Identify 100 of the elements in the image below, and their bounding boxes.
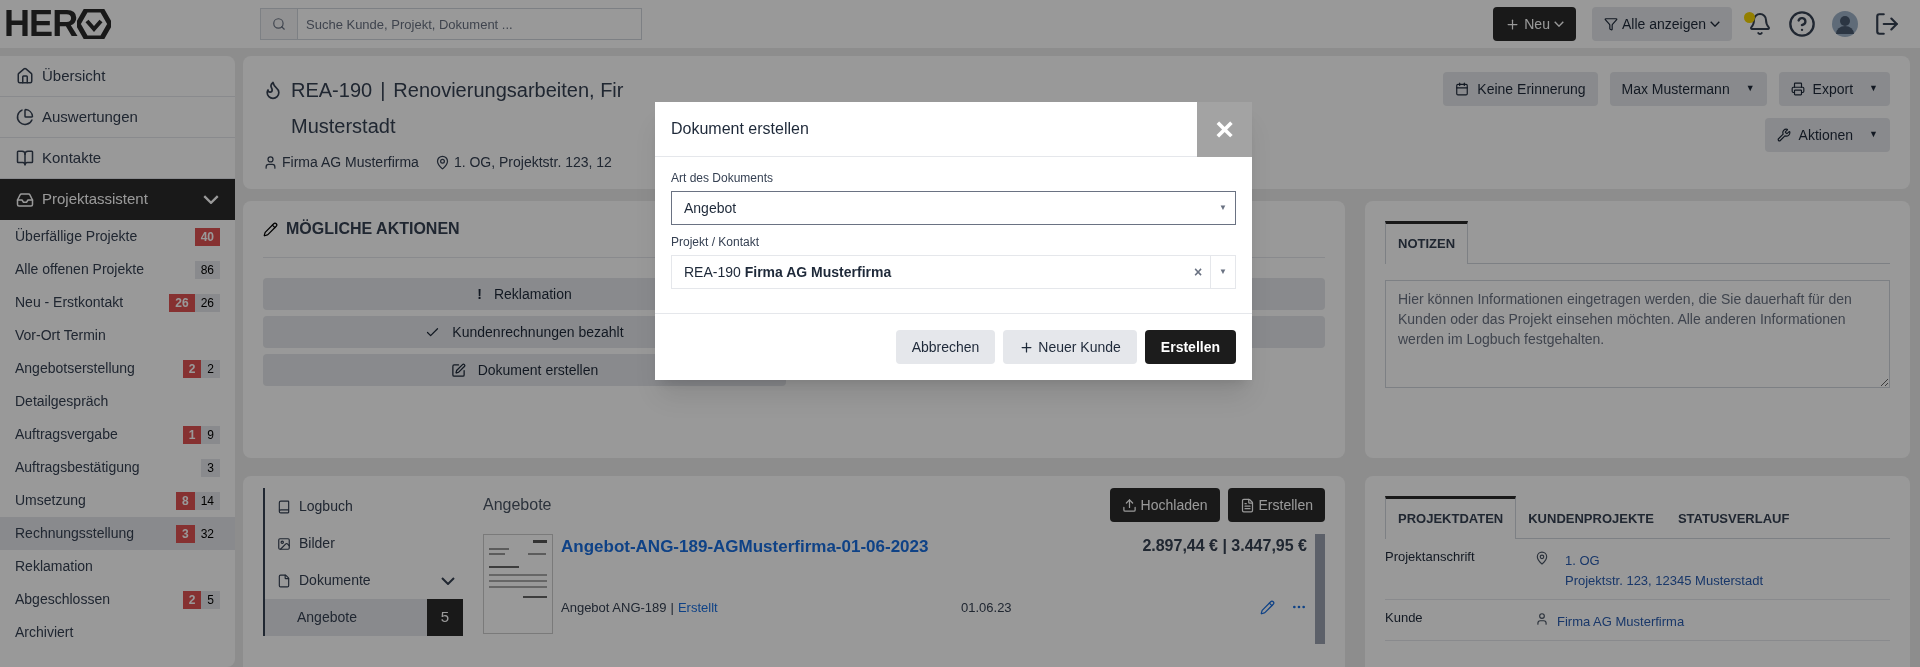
sidebar-item[interactable]: Reklamation bbox=[0, 550, 235, 583]
exclamation-icon: ! bbox=[477, 283, 482, 305]
tab[interactable]: STATUSVERLAUF bbox=[1665, 496, 1802, 539]
count-badge: 3 bbox=[201, 458, 220, 477]
field-label: Kunde bbox=[1385, 608, 1424, 627]
field-link[interactable]: 1. OG bbox=[1565, 550, 1763, 571]
overdue-badge: 2 bbox=[182, 359, 202, 378]
inbox-icon bbox=[16, 190, 34, 209]
printer-icon bbox=[1790, 82, 1805, 96]
sidebar-item[interactable]: Vor-Ort Termin bbox=[0, 319, 235, 352]
avatar[interactable] bbox=[1832, 11, 1858, 37]
dialog-button[interactable]: Neuer Kunde bbox=[1003, 330, 1137, 364]
sidebar-group-label: Projektassistent bbox=[42, 189, 149, 210]
filter-button[interactable]: Alle anzeigen bbox=[1591, 7, 1732, 41]
count-badge: 26 bbox=[194, 293, 220, 312]
sidebar-item[interactable]: Überfällige Projekte 40 bbox=[0, 220, 235, 253]
calendar-icon bbox=[1455, 82, 1470, 96]
document-amounts: 2.897,44 € | 3.447,95 € bbox=[1142, 536, 1307, 556]
project-title: Renovierungsarbeiten, Fir bbox=[393, 78, 624, 103]
header-button[interactable]: Aktionen ▼ bbox=[1764, 118, 1890, 152]
section-heading: Angebote bbox=[483, 495, 552, 515]
book-icon bbox=[277, 499, 291, 514]
home-icon bbox=[16, 67, 34, 85]
overdue-badge: 40 bbox=[194, 227, 220, 246]
count-badge: 9 bbox=[201, 425, 220, 444]
sidebar-item[interactable]: Neu - Erstkontakt 26 26 bbox=[0, 286, 235, 319]
contacts-icon bbox=[16, 149, 34, 167]
customer-name: Firma AG Musterfirma bbox=[282, 153, 419, 172]
image-icon bbox=[277, 536, 291, 551]
count-badge: 5 bbox=[201, 590, 220, 609]
tab[interactable]: KUNDENPROJEKTE bbox=[1516, 496, 1666, 539]
dialog-title: Dokument erstellen bbox=[670, 119, 810, 139]
sidebar-item[interactable]: Abgeschlossen 2 5 bbox=[0, 583, 235, 616]
help-icon[interactable] bbox=[1788, 10, 1816, 38]
overdue-badge: 26 bbox=[169, 293, 195, 312]
dialog-button[interactable]: Erstellen bbox=[1144, 330, 1236, 364]
sidebar-group[interactable]: Projektassistent bbox=[0, 179, 235, 220]
flame-icon bbox=[263, 80, 283, 100]
logo-icon bbox=[77, 9, 112, 39]
header-button[interactable]: Keine Erinnerung bbox=[1443, 72, 1598, 106]
document-icon bbox=[1239, 497, 1255, 513]
sidebar-item[interactable]: Detailgespräch bbox=[0, 385, 235, 418]
document-link[interactable]: Angebot-ANG-189-AGMusterfirma-01-06-2023 bbox=[561, 534, 929, 560]
filter-icon bbox=[1603, 17, 1618, 31]
chevron-icon bbox=[1710, 21, 1720, 27]
count-badge: 14 bbox=[194, 491, 220, 510]
document-nav-item[interactable]: Bilder bbox=[263, 525, 463, 562]
separator: | bbox=[380, 78, 386, 103]
person-icon bbox=[263, 155, 278, 170]
select-field[interactable]: REA-190 Firma AG Musterfirma × ▼ bbox=[671, 255, 1236, 289]
overdue-badge: 3 bbox=[175, 524, 195, 543]
separator: | bbox=[670, 598, 674, 617]
count-badge: 86 bbox=[194, 260, 220, 279]
sidebar-item[interactable]: Auswertungen bbox=[0, 97, 235, 138]
header-button[interactable]: Max Mustermann ▼ bbox=[1609, 72, 1767, 106]
document-nav-item[interactable]: Angebote 5 bbox=[263, 599, 463, 636]
caret-icon: ▼ bbox=[1869, 128, 1878, 142]
sidebar-item[interactable]: Rechnungsstellung 3 32 bbox=[0, 517, 235, 550]
location-icon bbox=[434, 155, 450, 170]
sidebar-item[interactable]: Auftragsbestätigung 3 bbox=[0, 451, 235, 484]
field-link[interactable]: Projektstr. 123, 12345 Musterstadt bbox=[1565, 570, 1763, 591]
field-label: Projektanschrift bbox=[1385, 547, 1476, 566]
sidebar-item[interactable]: Alle offenen Projekte 86 bbox=[0, 253, 235, 286]
overdue-badge: 8 bbox=[175, 491, 195, 510]
search-icon bbox=[272, 17, 286, 31]
chevron-icon bbox=[203, 195, 219, 204]
document-status: Erstellt bbox=[677, 598, 718, 617]
dark-button[interactable]: Hochladen bbox=[1109, 488, 1220, 522]
sidebar-item[interactable]: Umsetzung 8 14 bbox=[0, 484, 235, 517]
pencil-icon[interactable] bbox=[1260, 599, 1275, 615]
chevron-icon bbox=[441, 576, 455, 585]
caret-icon: ▼ bbox=[1211, 192, 1235, 224]
search-field[interactable]: Suche Kunde, Projekt, Dokument ... bbox=[298, 8, 642, 40]
tab[interactable]: NOTIZEN bbox=[1385, 221, 1469, 264]
count-badge: 5 bbox=[427, 599, 463, 636]
project-address: 1. OG, Projektstr. 123, 12 bbox=[453, 153, 612, 172]
overdue-badge: 2 bbox=[182, 590, 202, 609]
header-button[interactable]: Export ▼ bbox=[1778, 72, 1890, 106]
sidebar-item[interactable]: Übersicht bbox=[0, 56, 235, 97]
count-badge: 2 bbox=[201, 359, 220, 378]
clear-icon[interactable]: × bbox=[1185, 261, 1211, 283]
dialog-button[interactable]: Abbrechen bbox=[895, 330, 996, 364]
card-title: MÖGLICHE AKTIONEN bbox=[286, 218, 460, 239]
plus-icon bbox=[1019, 339, 1035, 355]
new-button[interactable]: Neu bbox=[1493, 7, 1576, 41]
sidebar-item[interactable]: Archiviert bbox=[0, 616, 235, 649]
caret-icon: ▼ bbox=[1745, 82, 1755, 96]
select-field[interactable]: Angebot ▼ bbox=[671, 191, 1236, 225]
notes-field[interactable]: Hier können Informationen eingetragen werden, die Sie dauerhaft für den Kunden oder das Projekt einsehen möchten. Alle anderen Informationen werden im Logbuch festgehalten. bbox=[1385, 279, 1890, 388]
logout-icon[interactable] bbox=[1874, 11, 1900, 37]
wrench-icon bbox=[1776, 128, 1791, 142]
scrollbar[interactable] bbox=[1315, 534, 1325, 644]
field-link[interactable]: Firma AG Musterfirma bbox=[1557, 611, 1685, 632]
dark-button[interactable]: Erstellen bbox=[1227, 488, 1325, 522]
overdue-badge: 1 bbox=[182, 425, 202, 444]
tab[interactable]: PROJEKTDATEN bbox=[1385, 496, 1517, 539]
pie-chart-icon bbox=[16, 108, 34, 126]
sidebar-item[interactable]: Angebotserstellung 2 2 bbox=[0, 352, 235, 385]
document-nav-item[interactable]: Logbuch bbox=[263, 488, 463, 525]
sidebar-item[interactable]: Auftragsvergabe 1 9 bbox=[0, 418, 235, 451]
